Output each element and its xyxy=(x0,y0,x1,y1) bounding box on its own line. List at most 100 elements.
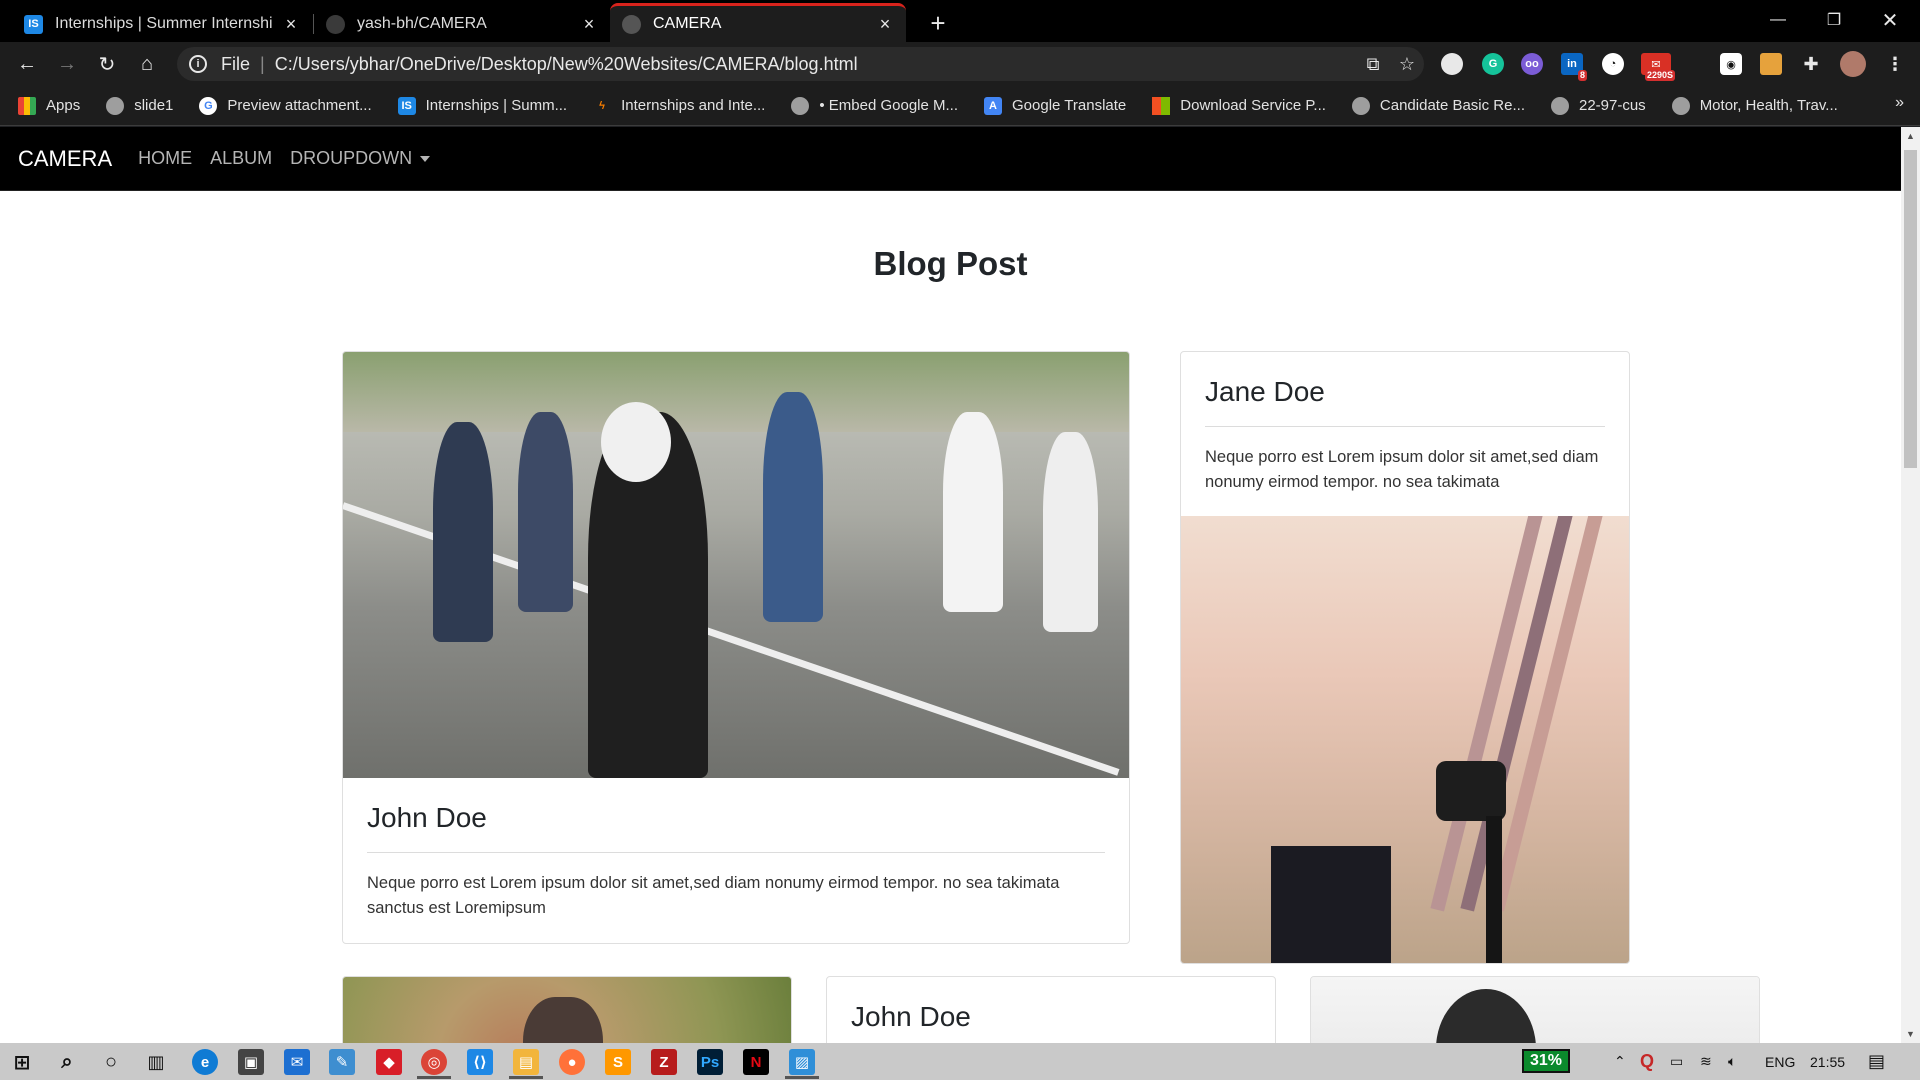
nav-dropdown[interactable]: DROUPDOWN xyxy=(290,148,431,169)
tab-camera[interactable]: CAMERA × xyxy=(610,3,906,42)
filezilla-icon[interactable]: Z xyxy=(651,1049,677,1075)
minimize-button[interactable]: — xyxy=(1750,0,1806,40)
bookmark-google-translate[interactable]: A Google Translate xyxy=(984,96,1126,115)
bookmarks-overflow-icon[interactable]: » xyxy=(1895,94,1904,112)
card-text: Neque porro est Lorem ipsum dolor sit am… xyxy=(1205,448,1599,491)
site-brand[interactable]: CAMERA xyxy=(18,146,112,172)
forward-button[interactable]: → xyxy=(53,50,81,78)
camera-icon[interactable]: ◉ xyxy=(1720,53,1742,75)
active-app-indicator xyxy=(509,1076,543,1079)
bookmark-internships-summ[interactable]: IS Internships | Summ... xyxy=(397,96,567,115)
mail-badge: 2290S xyxy=(1644,70,1675,81)
file-explorer-icon[interactable]: ▤ xyxy=(509,1049,543,1079)
flame-icon: ϟ xyxy=(599,99,605,112)
store-icon[interactable]: ▣ xyxy=(238,1049,264,1075)
windows-taskbar: ⊞ ⌕ ○ ▥ e ▣ ✉ ✎ ◆ ◎ ⟨⟩ ▤ ● S Z Ps N ▨ 31… xyxy=(0,1043,1920,1080)
edge-icon[interactable]: e xyxy=(192,1049,218,1075)
hijab-photo-image xyxy=(343,977,791,1043)
language-indicator[interactable]: ENG xyxy=(1765,1043,1795,1080)
street-photographer-image xyxy=(343,352,1129,778)
close-icon[interactable]: × xyxy=(580,15,598,33)
quickheal-icon[interactable]: Q xyxy=(1640,1043,1654,1080)
nav-home[interactable]: HOME xyxy=(138,148,192,169)
restore-button[interactable]: ❐ xyxy=(1806,0,1862,40)
tab-title: CAMERA xyxy=(653,15,722,32)
bookmark-motor-health[interactable]: Motor, Health, Trav... xyxy=(1671,96,1838,115)
page-viewport: CAMERA HOME ALBUM DROUPDOWN Blog Post Jo… xyxy=(0,127,1901,1043)
grammarly-icon[interactable]: G xyxy=(1482,53,1504,75)
mail-app-icon[interactable]: ✉ xyxy=(284,1049,310,1075)
hood-shape xyxy=(601,402,671,482)
cortana-icon[interactable]: ○ xyxy=(98,1049,124,1075)
bookmark-label: Preview attachment... xyxy=(227,97,372,114)
address-url[interactable]: C:/Users/ybhar/OneDrive/Desktop/New%20We… xyxy=(275,54,1356,75)
address-scheme: File xyxy=(221,53,251,74)
linkedin-badge: 8 xyxy=(1577,70,1587,81)
linkedin-icon[interactable]: in 8 xyxy=(1561,53,1587,81)
avatar[interactable] xyxy=(1840,51,1866,77)
puzzle-icon[interactable]: ✚ xyxy=(1800,53,1822,75)
globe-icon xyxy=(622,14,641,34)
bookmark-internships-and-inte[interactable]: ϟ Internships and Inte... xyxy=(593,97,765,115)
paint-icon[interactable]: ✎ xyxy=(329,1049,355,1075)
globe-icon xyxy=(1671,96,1690,115)
windows-start-icon[interactable]: ⊞ xyxy=(9,1049,35,1075)
bookmark-star-icon[interactable]: ☆ xyxy=(1390,54,1424,75)
bookmark-embed-google-m[interactable]: • Embed Google M... xyxy=(791,96,958,115)
close-icon[interactable]: × xyxy=(282,15,300,33)
tab-github[interactable]: yash-bh/CAMERA × xyxy=(314,6,610,42)
vscode-icon[interactable]: ⟨⟩ xyxy=(467,1049,493,1075)
bookmark-candidate-basic[interactable]: Candidate Basic Re... xyxy=(1351,96,1525,115)
home-button[interactable]: ⌂ xyxy=(133,50,161,78)
bookmark-preview-attachment[interactable]: G Preview attachment... xyxy=(199,96,372,115)
scroll-down-icon[interactable]: ▼ xyxy=(1906,1029,1915,1039)
pedestrian-figure xyxy=(518,412,573,612)
scroll-thumb[interactable] xyxy=(1904,150,1917,468)
scroll-up-icon[interactable]: ▲ xyxy=(1906,131,1915,141)
nav-dropdown-label: DROUPDOWN xyxy=(290,148,413,168)
info-icon[interactable]: i xyxy=(189,55,207,73)
github-icon xyxy=(326,14,345,34)
card-text: Neque porro est Lorem ipsum dolor sit am… xyxy=(367,874,1060,917)
tab-internships[interactable]: IS Internships | Summer Internship × xyxy=(12,6,312,42)
mail-icon[interactable]: ✉ 2290S xyxy=(1641,53,1675,81)
red-app-icon[interactable]: ◆ xyxy=(376,1049,402,1075)
record-icon[interactable] xyxy=(1441,53,1463,75)
menu-icon[interactable]: ⋮ xyxy=(1884,53,1906,75)
netflix-icon[interactable]: N xyxy=(743,1049,769,1075)
chrome-icon[interactable]: ◎ xyxy=(417,1049,451,1079)
bookmark-download-service[interactable]: Download Service P... xyxy=(1152,96,1326,115)
pedestrian-figure xyxy=(943,412,1003,612)
translate-icon[interactable]: ⧉ xyxy=(1356,54,1390,75)
new-tab-button[interactable]: + xyxy=(924,8,952,39)
bookmark-slide1[interactable]: slide1 xyxy=(106,96,173,115)
clock[interactable]: 21:55 xyxy=(1810,1043,1845,1080)
volume-icon[interactable]: 🔈︎ xyxy=(1728,1043,1736,1080)
bookmark-apps[interactable]: Apps xyxy=(18,96,80,115)
close-window-button[interactable]: ✕ xyxy=(1862,0,1918,40)
back-button[interactable]: ← xyxy=(13,50,41,78)
glasses-icon[interactable]: oo xyxy=(1521,53,1543,75)
close-icon[interactable]: × xyxy=(876,15,894,33)
photos-icon[interactable]: ▨ xyxy=(785,1049,819,1079)
colorful-icon[interactable] xyxy=(1760,53,1782,75)
page-scrollbar[interactable]: ▲ ▼ xyxy=(1901,127,1920,1043)
sublime-icon[interactable]: S xyxy=(605,1049,631,1075)
nav-album[interactable]: ALBUM xyxy=(210,148,272,169)
cap-shape xyxy=(1436,989,1536,1043)
photoshop-icon[interactable]: Ps xyxy=(697,1049,723,1075)
battery-tray-icon[interactable]: ▭ xyxy=(1670,1043,1683,1080)
task-view-icon[interactable]: ▥ xyxy=(143,1049,169,1075)
reload-button[interactable]: ↻ xyxy=(93,50,121,78)
bookmark-label: 22-97-cus xyxy=(1578,97,1646,114)
firefox-icon[interactable]: ● xyxy=(559,1049,585,1075)
bookmark-22-97-cus[interactable]: 22-97-cus xyxy=(1550,96,1646,115)
address-bar[interactable]: i File | C:/Users/ybhar/OneDrive/Desktop… xyxy=(177,47,1424,81)
pedestrian-figure xyxy=(1043,432,1098,632)
tray-overflow-icon[interactable]: ⌃ xyxy=(1614,1043,1626,1080)
search-icon[interactable]: ⌕ xyxy=(54,1049,80,1075)
notifications-icon[interactable]: ▤ xyxy=(1868,1043,1885,1080)
battery-indicator[interactable]: 31% xyxy=(1522,1049,1571,1073)
speed-icon[interactable]: ◔ xyxy=(1602,53,1624,75)
wifi-icon[interactable]: ≋ xyxy=(1700,1043,1712,1080)
